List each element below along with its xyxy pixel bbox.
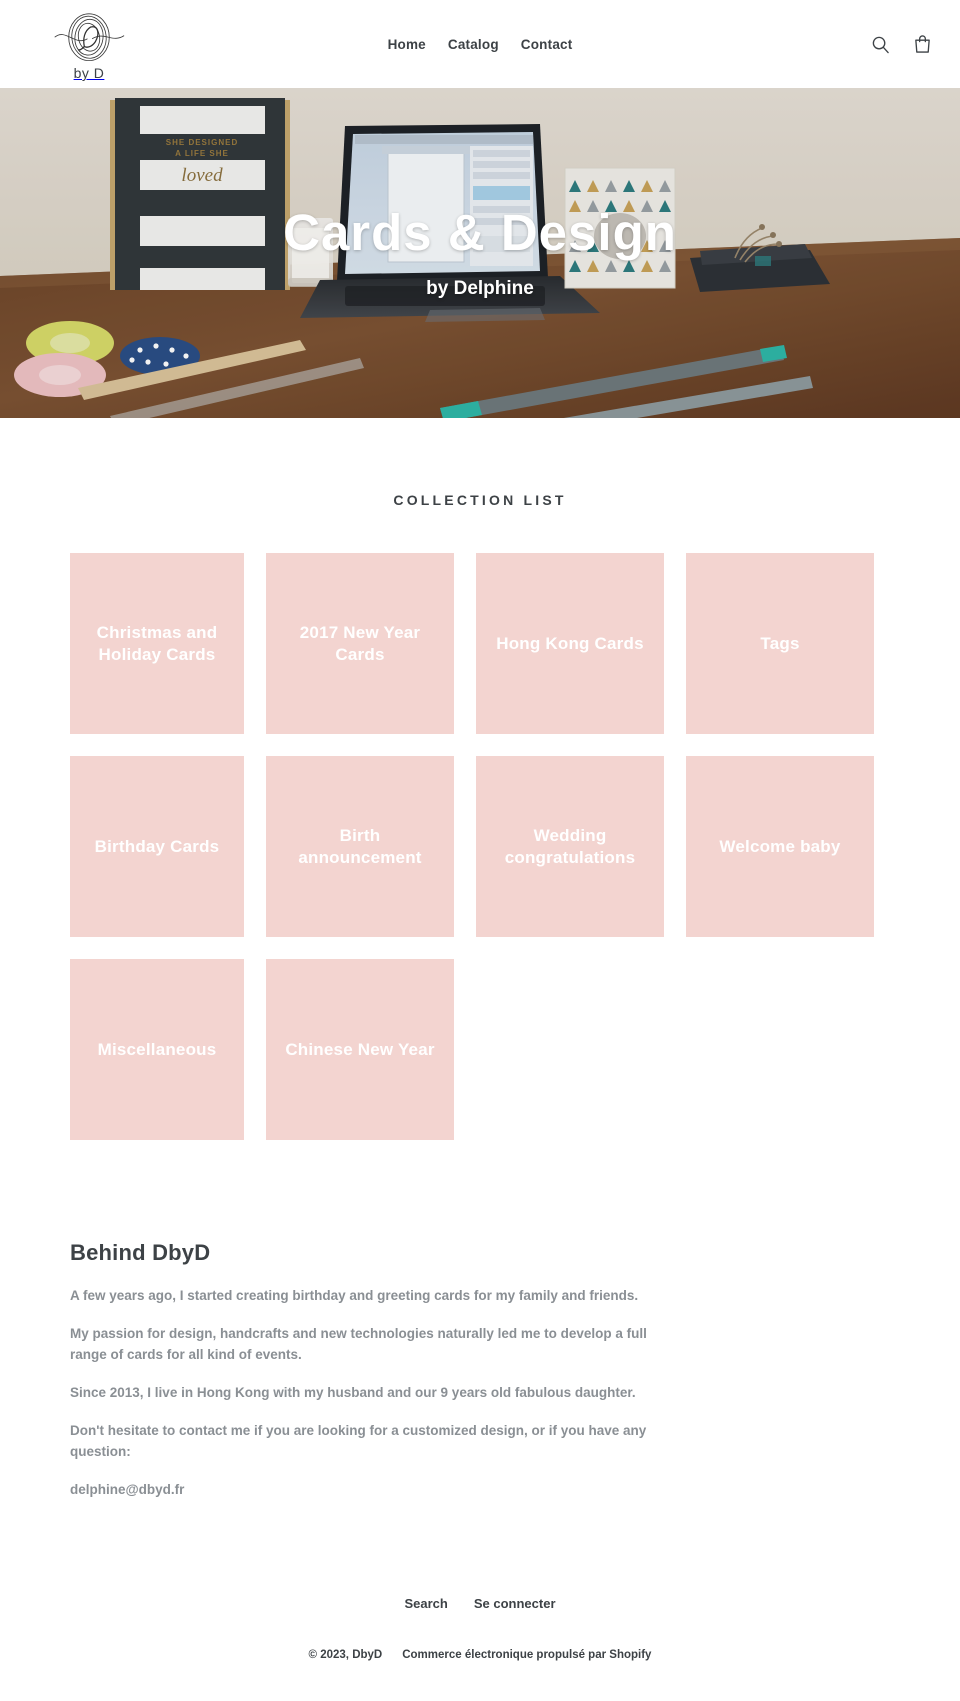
collection-card[interactable]: Wedding congratulations bbox=[476, 756, 664, 937]
site-footer: Search Se connecter © 2023, DbyD Commerc… bbox=[0, 1570, 960, 1701]
behind-contact-email: delphine@dbyd.fr bbox=[70, 1481, 185, 1497]
collection-card-label: Birthday Cards bbox=[94, 836, 220, 856]
collection-card-label: Wedding congratulations bbox=[504, 826, 636, 867]
behind-section: Behind DbyD A few years ago, I started c… bbox=[70, 1240, 890, 1500]
footer-bottom-bar: © 2023, DbyD Commerce électronique propu… bbox=[0, 1649, 960, 1661]
nav-item-contact[interactable]: Contact bbox=[521, 37, 573, 52]
behind-paragraph: My passion for design, handcrafts and ne… bbox=[70, 1325, 647, 1362]
behind-paragraph: Since 2013, I live in Hong Kong with my … bbox=[70, 1384, 636, 1400]
collection-card-label: Miscellaneous bbox=[97, 1039, 217, 1059]
footer-link-search[interactable]: Search bbox=[404, 1596, 447, 1611]
header-icon-group bbox=[868, 32, 942, 56]
collection-card[interactable]: Christmas and Holiday Cards bbox=[70, 553, 244, 734]
collection-card-label: Welcome baby bbox=[719, 836, 841, 856]
hero-banner: SHE DESIGNED A LIFE SHE loved Cards & De… bbox=[0, 88, 960, 418]
collection-card[interactable]: Hong Kong Cards bbox=[476, 553, 664, 734]
hero-subtitle: by Delphine bbox=[426, 277, 534, 299]
collection-card[interactable]: Birth announcement bbox=[266, 756, 454, 937]
hero-text-block: Cards & Design by Delphine bbox=[0, 206, 960, 300]
nav-item-home[interactable]: Home bbox=[388, 37, 426, 52]
copyright-text: © 2023, DbyD bbox=[308, 1649, 383, 1662]
nav-item-catalog[interactable]: Catalog bbox=[448, 37, 499, 52]
collection-card-label: Christmas and Holiday Cards bbox=[96, 623, 218, 664]
site-logo[interactable]: by D bbox=[24, 7, 154, 81]
footer-link-login[interactable]: Se connecter bbox=[474, 1596, 556, 1611]
collection-card[interactable]: Miscellaneous bbox=[70, 959, 244, 1140]
collection-card-label: Tags bbox=[760, 633, 800, 653]
hero-title: Cards & Design bbox=[283, 204, 677, 261]
collection-card-label: Birth announcement bbox=[298, 826, 422, 867]
collection-card[interactable]: 2017 New Year Cards bbox=[266, 553, 454, 734]
behind-paragraph: Don't hesitate to contact me if you are … bbox=[70, 1422, 647, 1459]
collection-card[interactable]: Tags bbox=[686, 553, 874, 734]
collection-card[interactable]: Birthday Cards bbox=[70, 756, 244, 937]
collection-card-label: 2017 New Year Cards bbox=[299, 623, 421, 664]
collection-list-heading: Collection list bbox=[393, 492, 567, 508]
collection-card-label: Chinese New Year bbox=[285, 1039, 435, 1059]
collection-grid: Christmas and Holiday Cards 2017 New Yea… bbox=[70, 553, 890, 1140]
logo-monogram-icon bbox=[54, 13, 125, 62]
powered-by-shopify-link[interactable]: Commerce électronique propulsé par Shopi… bbox=[402, 1649, 651, 1661]
search-icon[interactable] bbox=[868, 32, 892, 56]
cart-icon[interactable] bbox=[910, 32, 934, 56]
collection-card-label: Hong Kong Cards bbox=[496, 633, 644, 653]
collection-card[interactable]: Chinese New Year bbox=[266, 959, 454, 1140]
collection-list-section: Collection list Christmas and Holiday Ca… bbox=[0, 418, 960, 1140]
footer-navigation: Search Se connecter bbox=[0, 1596, 960, 1611]
behind-paragraph: A few years ago, I started creating birt… bbox=[70, 1288, 639, 1303]
main-navigation: Home Catalog Contact bbox=[388, 37, 573, 52]
collection-card[interactable]: Welcome baby bbox=[686, 756, 874, 937]
site-header: by D Home Catalog Contact bbox=[0, 0, 960, 88]
logo-subtitle: by D bbox=[73, 65, 105, 81]
behind-title: Behind DbyD bbox=[70, 1240, 211, 1265]
